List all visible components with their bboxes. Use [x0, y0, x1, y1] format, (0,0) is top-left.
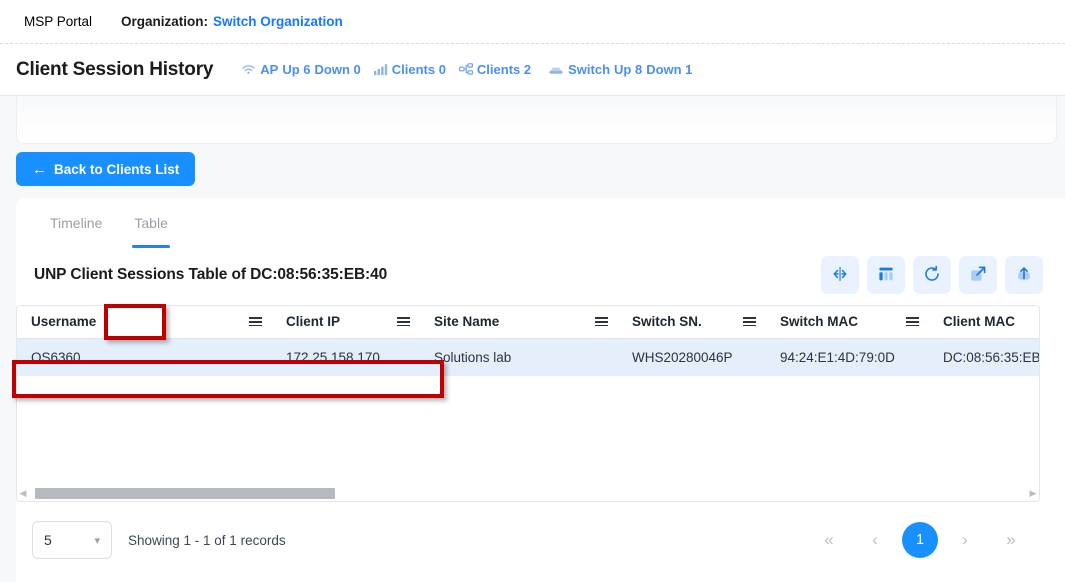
column-menu-icon[interactable]	[397, 317, 410, 326]
column-header-switch-sn-label: Switch SN.	[632, 314, 702, 329]
organization-label: Organization:	[121, 14, 208, 29]
page-size-value: 5	[44, 532, 52, 548]
column-header-username[interactable]: Username	[17, 306, 272, 338]
tab-timeline[interactable]: Timeline	[34, 198, 118, 248]
column-menu-icon[interactable]	[906, 317, 919, 326]
column-header-client-ip[interactable]: Client IP	[272, 306, 420, 338]
table-header-strip: UNP Client Sessions Table of DC:08:56:35…	[16, 248, 1065, 304]
switch-icon	[548, 63, 564, 76]
column-menu-icon[interactable]	[595, 317, 608, 326]
cell-site-name: Solutions lab	[420, 338, 618, 376]
cell-client-mac: DC:08:56:35:EB:40	[929, 338, 1040, 376]
grid-horizontal-scrollbar[interactable]: ◀ ▶	[16, 485, 1040, 502]
scroll-right-icon[interactable]: ▶	[1027, 488, 1039, 499]
column-header-switch-mac-label: Switch MAC	[780, 314, 858, 329]
status-switch-down: Down 1	[646, 62, 692, 77]
column-menu-icon[interactable]	[249, 317, 262, 326]
tab-bar: Timeline Table	[16, 198, 1065, 248]
table-footer: 5 ▾ Showing 1 - 1 of 1 records « ‹ 1 › »	[16, 512, 1040, 568]
sessions-table: Username Client IP Site Name Switch SN. …	[17, 306, 1040, 376]
first-page-button[interactable]: «	[810, 521, 848, 559]
cell-switch-mac: 94:24:E1:4D:79:0D	[766, 338, 929, 376]
cell-username: OS6360	[17, 338, 272, 376]
records-summary: Showing 1 - 1 of 1 records	[128, 533, 286, 548]
column-header-client-mac-label: Client MAC	[943, 314, 1015, 329]
status-wired-clients[interactable]: Clients 2	[459, 62, 531, 77]
table-header-row: Username Client IP Site Name Switch SN. …	[17, 306, 1040, 338]
scroll-left-icon[interactable]: ◀	[17, 488, 29, 499]
status-ap[interactable]: AP Up 6 Down 0	[241, 62, 360, 77]
status-wireless-clients[interactable]: Clients 0	[374, 62, 446, 77]
refresh-button[interactable]	[913, 256, 951, 294]
cell-switch-sn: WHS20280046P	[618, 338, 766, 376]
status-switch-label: Switch	[568, 62, 610, 77]
status-wireless-clients-label: Clients 0	[392, 62, 446, 77]
signal-icon	[374, 63, 388, 76]
msp-portal-label[interactable]: MSP Portal	[24, 14, 92, 29]
next-page-button[interactable]: ›	[946, 521, 984, 559]
chevron-down-icon: ▾	[94, 534, 100, 547]
export-icon	[1014, 264, 1034, 287]
page-1-button[interactable]: 1	[902, 522, 938, 558]
fit-columns-button[interactable]	[821, 256, 859, 294]
page-header: Client Session History AP Up 6 Down 0 Cl…	[0, 44, 1065, 96]
network-icon	[459, 63, 473, 76]
back-button-label: Back to Clients List	[54, 162, 179, 177]
tab-table-label: Table	[134, 215, 167, 231]
status-ap-label: AP	[260, 62, 278, 77]
column-header-client-ip-label: Client IP	[286, 314, 340, 329]
column-header-site-name[interactable]: Site Name	[420, 306, 618, 338]
pagination: « ‹ 1 › »	[810, 521, 1040, 559]
page-title: Client Session History	[16, 59, 213, 81]
back-to-clients-list-button[interactable]: ← Back to Clients List	[16, 152, 195, 186]
switch-organization-link[interactable]: Switch Organization	[213, 14, 343, 29]
refresh-icon	[922, 264, 942, 287]
column-header-client-mac[interactable]: Client MAC	[929, 306, 1040, 338]
top-bar: MSP Portal Organization: Switch Organiza…	[0, 0, 1065, 44]
wifi-icon	[241, 63, 256, 76]
expand-button[interactable]	[959, 256, 997, 294]
tab-timeline-label: Timeline	[50, 215, 102, 231]
status-ap-down: Down 0	[315, 62, 361, 77]
tab-table[interactable]: Table	[118, 198, 183, 248]
export-button[interactable]	[1005, 256, 1043, 294]
table-title: UNP Client Sessions Table of DC:08:56:35…	[34, 266, 387, 284]
last-page-button[interactable]: »	[992, 521, 1030, 559]
summary-card-partial	[16, 96, 1057, 144]
sessions-grid: Username Client IP Site Name Switch SN. …	[16, 305, 1040, 491]
content-area: ← Back to Clients List Timeline Table UN…	[0, 96, 1065, 582]
expand-icon	[968, 264, 988, 287]
column-header-site-name-label: Site Name	[434, 314, 499, 329]
table-toolbar	[821, 256, 1043, 294]
status-wired-clients-label: Clients 2	[477, 62, 531, 77]
scrollbar-thumb[interactable]	[35, 488, 335, 499]
column-header-username-label: Username	[31, 314, 96, 329]
column-header-switch-sn[interactable]: Switch SN.	[618, 306, 766, 338]
table-row[interactable]: OS6360 172.25.158.170 Solutions lab WHS2…	[17, 338, 1040, 376]
fit-columns-icon	[830, 264, 850, 287]
footer-left: 5 ▾ Showing 1 - 1 of 1 records	[16, 521, 286, 559]
column-header-switch-mac[interactable]: Switch MAC	[766, 306, 929, 338]
back-arrow-icon: ←	[32, 162, 47, 177]
cell-client-ip: 172.25.158.170	[272, 338, 420, 376]
column-menu-icon[interactable]	[743, 317, 756, 326]
status-summary: AP Up 6 Down 0 Clients 0 Clients 2 Switc…	[241, 62, 692, 77]
status-ap-up: Up 6	[282, 62, 310, 77]
column-settings-button[interactable]	[867, 256, 905, 294]
column-settings-icon	[876, 264, 896, 287]
status-switch-up: Up 8	[614, 62, 642, 77]
page-size-select[interactable]: 5 ▾	[32, 521, 112, 559]
status-switch[interactable]: Switch Up 8 Down 1	[548, 62, 692, 77]
scrollbar-track[interactable]	[29, 488, 1027, 499]
prev-page-button[interactable]: ‹	[856, 521, 894, 559]
